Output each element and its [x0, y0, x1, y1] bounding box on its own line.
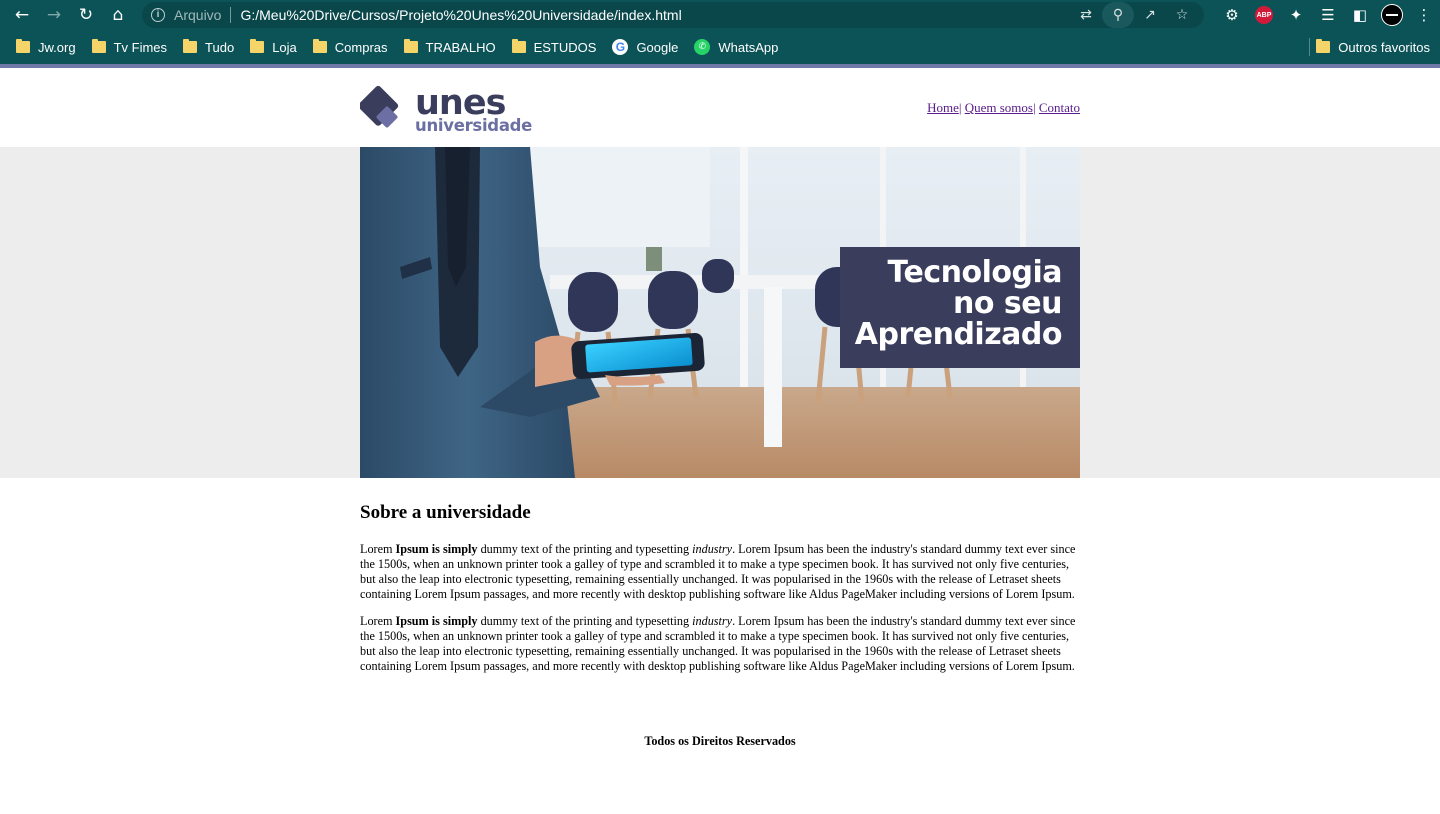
- address-separator: [230, 7, 232, 23]
- about-paragraph: Lorem Ipsum is simply dummy text of the …: [360, 542, 1080, 602]
- address-bar[interactable]: i Arquivo G:/Meu%20Drive/Cursos/Projeto%…: [142, 2, 1204, 28]
- bookmark-loja[interactable]: Loja: [242, 34, 305, 60]
- banner-caption-line: no seu: [953, 286, 1062, 321]
- logo-subword: universidade: [415, 116, 532, 132]
- home-icon[interactable]: ⌂: [102, 0, 134, 30]
- paragraph-text: Lorem: [360, 542, 396, 556]
- bookmark-label: ESTUDOS: [533, 39, 597, 55]
- media-queue-icon[interactable]: ☰: [1312, 0, 1344, 30]
- folder-icon: [1316, 39, 1331, 53]
- folder-icon: [16, 39, 30, 53]
- reload-icon[interactable]: ↻: [70, 0, 102, 30]
- site-footer: Todos os Direitos Reservados: [644, 734, 796, 748]
- site-info-icon[interactable]: i: [151, 8, 165, 22]
- forward-arrow-icon[interactable]: →: [38, 0, 70, 30]
- paragraph-text: dummy text of the printing and typesetti…: [477, 614, 693, 628]
- about-paragraph: Lorem Ipsum is simply dummy text of the …: [360, 614, 1080, 674]
- other-bookmarks[interactable]: Outros favoritos: [1308, 34, 1438, 60]
- bookmark-google[interactable]: G Google: [604, 34, 686, 60]
- paragraph-italic-text: industry: [692, 542, 733, 556]
- site-header: unes universidade Home| Quem somos| Cont…: [360, 68, 1080, 147]
- paragraph-bold-text: Ipsum is simply: [395, 614, 478, 628]
- bookmark-label: Loja: [272, 39, 297, 55]
- bookmark-star-icon[interactable]: ☆: [1166, 2, 1198, 28]
- folder-icon: [91, 39, 106, 53]
- avatar: [1381, 4, 1403, 26]
- extensions-area: ⚙ ABP ✦ ☰ ◧ ⋮: [1216, 0, 1440, 30]
- folder-icon: [511, 39, 526, 53]
- menu-kebab-icon[interactable]: ⋮: [1408, 0, 1440, 30]
- address-scheme-label: Arquivo: [174, 7, 222, 23]
- bookmark-whatsapp[interactable]: ✆ WhatsApp: [686, 34, 786, 60]
- nav-link-about[interactable]: Quem somos: [965, 100, 1033, 115]
- banner-caption-line: Tecnologia: [887, 255, 1063, 290]
- bookmark-compras[interactable]: Compras: [305, 34, 396, 60]
- folder-icon: [250, 39, 265, 53]
- bookmarks-bar: Jw.org Tv Fimes Tudo Loja Compras TRABAL…: [0, 30, 1440, 64]
- whatsapp-icon: ✆: [694, 39, 711, 55]
- banner-band: Tecnologia no seu Aprendizado: [0, 147, 1440, 478]
- unes-logo[interactable]: unes universidade: [360, 84, 532, 132]
- web-page: unes universidade Home| Quem somos| Cont…: [0, 68, 1440, 814]
- nav-separator: |: [958, 100, 962, 115]
- google-icon: G: [612, 39, 629, 55]
- banner-caption-line: Aprendizado: [854, 317, 1063, 352]
- bookmark-label: TRABALHO: [425, 39, 496, 55]
- bookmark-label: Google: [636, 39, 679, 55]
- extensions-puzzle-icon[interactable]: ✦: [1280, 0, 1312, 30]
- banner-caption: Tecnologia no seu Aprendizado: [840, 247, 1080, 368]
- adblock-extension[interactable]: ABP: [1248, 0, 1280, 30]
- adblock-icon: ABP: [1255, 6, 1273, 24]
- address-url[interactable]: G:/Meu%20Drive/Cursos/Projeto%20Unes%20U…: [240, 7, 681, 23]
- extension-gear-icon[interactable]: ⚙: [1216, 0, 1248, 30]
- bookmark-jw-org[interactable]: Jw.org: [8, 34, 84, 60]
- bookmark-tudo[interactable]: Tudo: [175, 34, 242, 60]
- back-arrow-icon[interactable]: ←: [6, 0, 38, 30]
- hero-banner: Tecnologia no seu Aprendizado: [360, 147, 1080, 478]
- other-bookmarks-label: Outros favoritos: [1338, 39, 1430, 55]
- paragraph-bold-text: Ipsum is simply: [395, 542, 478, 556]
- bookmark-label: Tudo: [205, 39, 235, 55]
- paragraph-italic-text: industry: [692, 614, 733, 628]
- nav-link-home[interactable]: Home: [927, 100, 959, 115]
- bookmark-estudos[interactable]: ESTUDOS: [504, 34, 605, 60]
- paragraph-text: dummy text of the printing and typesetti…: [477, 542, 693, 556]
- bookmark-label: Tv Fimes: [113, 39, 168, 55]
- profile-button[interactable]: [1376, 0, 1408, 30]
- folder-icon: [403, 39, 418, 53]
- about-section: Sobre a universidade Lorem Ipsum is simp…: [360, 502, 1080, 686]
- bookmark-tv-fimes[interactable]: Tv Fimes: [84, 34, 175, 60]
- bookmark-label: Compras: [334, 39, 388, 55]
- bookmark-trabalho[interactable]: TRABALHO: [396, 34, 504, 60]
- bookmark-label: WhatsApp: [718, 39, 779, 55]
- browser-toolbar: ← → ↻ ⌂ i Arquivo G:/Meu%20Drive/Cursos/…: [0, 0, 1440, 30]
- site-nav: Home| Quem somos| Contato: [927, 100, 1080, 116]
- bookmark-label: Jw.org: [38, 39, 76, 55]
- share-icon[interactable]: ↗: [1134, 2, 1166, 28]
- address-bar-actions: ⇄ ⚲ ↗ ☆: [1070, 2, 1198, 28]
- side-panel-icon[interactable]: ◧: [1344, 0, 1376, 30]
- about-title: Sobre a universidade: [360, 502, 531, 523]
- nav-link-contact[interactable]: Contato: [1039, 100, 1080, 115]
- logo-diamond-icon: [360, 85, 399, 128]
- nav-separator: |: [1032, 100, 1036, 115]
- paragraph-text: Lorem: [360, 614, 396, 628]
- folder-icon: [183, 39, 198, 53]
- zoom-icon[interactable]: ⚲: [1102, 2, 1134, 28]
- translate-icon[interactable]: ⇄: [1070, 2, 1102, 28]
- folder-icon: [312, 39, 327, 53]
